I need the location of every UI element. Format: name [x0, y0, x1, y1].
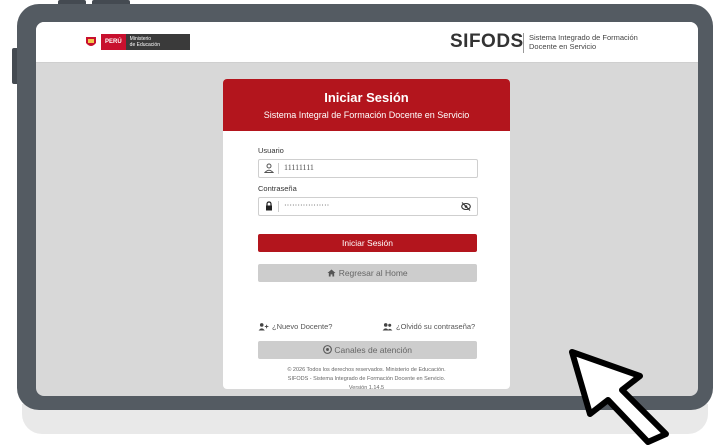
- password-field[interactable]: ·················: [258, 197, 478, 216]
- product-subtitle-line1: Sistema Integrado de Formación: [529, 33, 638, 42]
- username-value: 11111111: [284, 163, 314, 172]
- field-separator: [278, 201, 279, 212]
- support-channels-label: Canales de atención: [334, 345, 412, 355]
- ministry-line2: de Educación: [129, 42, 160, 48]
- user-plus-icon: [258, 322, 269, 331]
- back-home-button[interactable]: Regresar al Home: [258, 264, 477, 282]
- users-icon: [382, 322, 393, 331]
- password-label: Contraseña: [258, 184, 297, 193]
- system-name-text: SIFODS - Sistema Integrado de Formación …: [287, 376, 446, 382]
- top-bar: PERÚ Ministerio de Educación SIFODS Sist…: [36, 22, 698, 63]
- card-footer: © 2026 Todos los derechos reservados. Mi…: [243, 366, 490, 393]
- new-teacher-label: ¿Nuevo Docente?: [272, 322, 333, 331]
- back-home-label: Regresar al Home: [338, 268, 408, 278]
- login-title: Iniciar Sesión: [324, 90, 409, 105]
- minedu-logo[interactable]: PERÚ Ministerio de Educación: [101, 34, 190, 50]
- logo-divider: [523, 33, 524, 53]
- tablet-screen: PERÚ Ministerio de Educación SIFODS Sist…: [36, 22, 698, 396]
- forgot-password-link[interactable]: ¿Olvidó su contraseña?: [382, 322, 475, 331]
- forgot-password-label: ¿Olvidó su contraseña?: [396, 322, 476, 331]
- login-button[interactable]: Iniciar Sesión: [258, 234, 477, 252]
- copyright-text: © 2026 Todos los derechos reservados. Mi…: [287, 367, 446, 373]
- login-card: Iniciar Sesión Sistema Integral de Forma…: [223, 79, 510, 391]
- eye-slash-icon[interactable]: [461, 202, 471, 211]
- password-value: ·················: [284, 201, 330, 210]
- lock-icon: [266, 201, 272, 211]
- user-icon: [264, 163, 274, 173]
- login-header: Iniciar Sesión Sistema Integral de Forma…: [223, 79, 510, 131]
- headset-icon: [323, 345, 332, 354]
- new-teacher-link[interactable]: ¿Nuevo Docente?: [258, 322, 332, 331]
- ministry-label: Ministerio de Educación: [125, 34, 190, 50]
- coat-of-arms-icon: [86, 37, 96, 46]
- sifods-logo[interactable]: SIFODS: [450, 31, 524, 53]
- peru-label: PERÚ: [101, 34, 126, 50]
- product-subtitle-line2: Docente en Servicio: [529, 42, 597, 51]
- field-separator: [278, 163, 279, 174]
- version-text: Versión 1.14.5: [348, 385, 385, 391]
- support-channels-button[interactable]: Canales de atención: [258, 341, 477, 359]
- home-icon: [327, 269, 336, 277]
- cursor-arrow-icon: [569, 349, 669, 445]
- login-subtitle: Sistema Integral de Formación Docente en…: [263, 110, 470, 120]
- username-field[interactable]: 11111111: [258, 159, 478, 178]
- username-label: Usuario: [258, 146, 284, 155]
- product-subtitle: Sistema Integrado de Formación Docente e…: [529, 33, 638, 51]
